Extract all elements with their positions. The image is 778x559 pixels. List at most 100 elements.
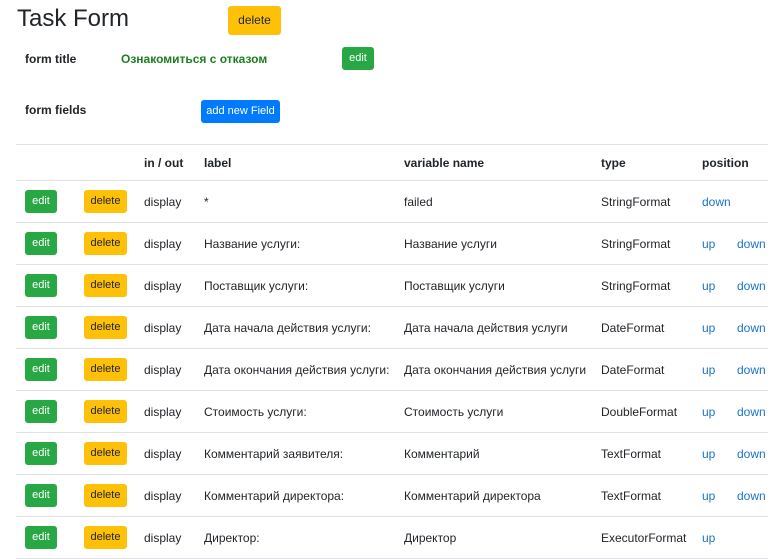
delete-cell: delete [84, 474, 144, 517]
delete-form-button[interactable]: delete [228, 6, 281, 35]
variable-name-cell: Комментарий [404, 432, 601, 475]
variable-name-cell: Директор [404, 516, 601, 559]
delete-cell: delete [84, 306, 144, 349]
move-down-link[interactable]: down [737, 237, 766, 251]
position-cell: up down [702, 222, 768, 265]
move-up-link[interactable]: up [702, 531, 737, 545]
move-down-link[interactable]: down [702, 195, 731, 209]
label-cell: Название услуги: [204, 222, 404, 265]
form-fields-label: form fields [25, 103, 87, 117]
edit-field-button[interactable]: edit [25, 316, 57, 339]
label-cell: Комментарий заявителя: [204, 432, 404, 475]
edit-field-button[interactable]: edit [25, 358, 57, 381]
position-cell: up down [702, 432, 768, 475]
label-cell: Директор: [204, 516, 404, 559]
move-up-link[interactable]: up [702, 237, 737, 251]
label-cell: Поставщик услуги: [204, 264, 404, 307]
in-out-cell: display [144, 180, 204, 223]
in-out-cell: display [144, 432, 204, 475]
delete-field-button[interactable]: delete [84, 526, 127, 549]
label-cell: Комментарий директора: [204, 474, 404, 517]
delete-field-button[interactable]: delete [84, 442, 127, 465]
page-title: Task Form [17, 5, 130, 32]
table-row: edit delete display Дата начала действия ус… [16, 306, 768, 349]
move-up-link[interactable]: up [702, 363, 737, 377]
delete-field-button[interactable]: delete [84, 190, 127, 213]
variable-name-cell: failed [404, 180, 601, 223]
edit-field-button[interactable]: edit [25, 232, 57, 255]
variable-name-cell: Стоимость услуги [404, 390, 601, 433]
label-cell: Стоимость услуги: [204, 390, 404, 433]
delete-field-button[interactable]: delete [84, 358, 127, 381]
move-down-link[interactable]: down [737, 405, 766, 419]
delete-field-button[interactable]: delete [84, 400, 127, 423]
in-out-cell: display [144, 306, 204, 349]
in-out-cell: display [144, 264, 204, 307]
delete-field-button[interactable]: delete [84, 232, 127, 255]
delete-cell: delete [84, 264, 144, 307]
table-row: edit delete display Комментарий директора: К… [16, 474, 768, 517]
variable-name-cell: Название услуги [404, 222, 601, 265]
delete-cell: delete [84, 348, 144, 391]
edit-cell: edit [16, 390, 84, 433]
fields-table: in / out label variable name type positi… [16, 144, 768, 559]
in-out-cell: display [144, 474, 204, 517]
edit-cell: edit [16, 432, 84, 475]
variable-name-cell: Дата начала действия услуги [404, 306, 601, 349]
header-label: label [204, 144, 404, 181]
header-edit [16, 144, 84, 181]
delete-cell: delete [84, 180, 144, 223]
table-row: edit delete display Стоимость услуги: Стоимо… [16, 390, 768, 433]
position-cell: up down [702, 348, 768, 391]
delete-cell: delete [84, 516, 144, 559]
edit-cell: edit [16, 180, 84, 223]
edit-cell: edit [16, 474, 84, 517]
edit-field-button[interactable]: edit [25, 274, 57, 297]
header-variable-name: variable name [404, 144, 601, 181]
move-up-link[interactable]: up [702, 279, 737, 293]
edit-cell: edit [16, 222, 84, 265]
move-up-link[interactable]: up [702, 447, 737, 461]
type-cell: DoubleFormat [601, 390, 702, 433]
variable-name-cell: Комментарий директора [404, 474, 601, 517]
position-cell: up [702, 516, 768, 559]
delete-field-button[interactable]: delete [84, 274, 127, 297]
move-down-link[interactable]: down [737, 447, 766, 461]
table-row: edit delete display Комментарий заявителя: К… [16, 432, 768, 475]
edit-field-button[interactable]: edit [25, 526, 57, 549]
edit-cell: edit [16, 306, 84, 349]
edit-field-button[interactable]: edit [25, 190, 57, 213]
edit-field-button[interactable]: edit [25, 400, 57, 423]
type-cell: TextFormat [601, 474, 702, 517]
delete-cell: delete [84, 390, 144, 433]
in-out-cell: display [144, 390, 204, 433]
edit-field-button[interactable]: edit [25, 484, 57, 507]
delete-cell: delete [84, 432, 144, 475]
move-up-link[interactable]: up [702, 405, 737, 419]
move-down-link[interactable]: down [737, 321, 766, 335]
label-cell: Дата окончания действия услуги: [204, 348, 404, 391]
move-down-link[interactable]: down [737, 489, 766, 503]
move-up-link[interactable]: up [702, 489, 737, 503]
move-up-link[interactable]: up [702, 321, 737, 335]
table-row: edit delete display Директор: Директор Execut… [16, 516, 768, 559]
form-title-label: form title [25, 52, 77, 66]
move-down-link[interactable]: down [737, 279, 766, 293]
header-in-out: in / out [144, 144, 204, 181]
type-cell: ExecutorFormat [601, 516, 702, 559]
edit-title-button[interactable]: edit [342, 47, 374, 70]
label-cell: Дата начала действия услуги: [204, 306, 404, 349]
edit-cell: edit [16, 516, 84, 559]
position-cell: down [702, 180, 768, 223]
add-new-field-button[interactable]: add new Field [201, 100, 280, 123]
delete-field-button[interactable]: delete [84, 316, 127, 339]
variable-name-cell: Поставщик услуги [404, 264, 601, 307]
edit-cell: edit [16, 264, 84, 307]
position-cell: up down [702, 390, 768, 433]
move-down-link[interactable]: down [737, 363, 766, 377]
edit-field-button[interactable]: edit [25, 442, 57, 465]
in-out-cell: display [144, 222, 204, 265]
delete-field-button[interactable]: delete [84, 484, 127, 507]
table-header-row: in / out label variable name type positi… [16, 144, 768, 181]
variable-name-cell: Дата окончания действия услуги [404, 348, 601, 391]
